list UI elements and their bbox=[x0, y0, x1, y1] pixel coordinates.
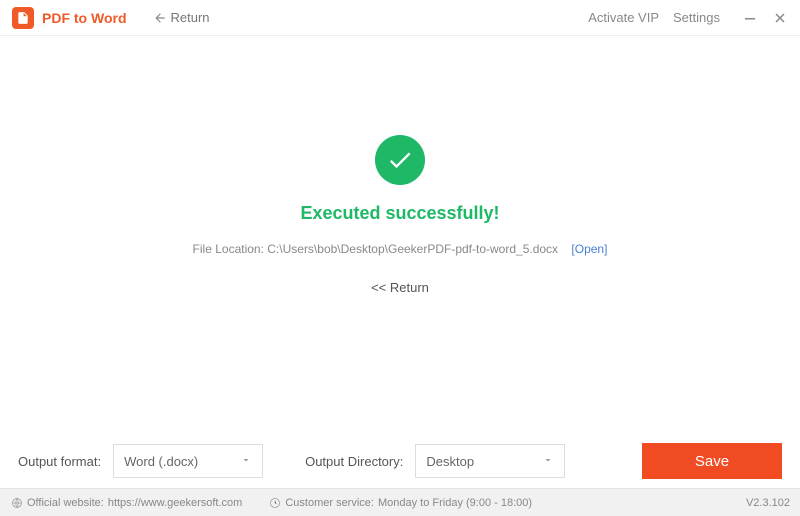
titlebar-right: Activate VIP Settings bbox=[588, 10, 788, 26]
minimize-icon bbox=[744, 12, 756, 24]
return-link[interactable]: << Return bbox=[371, 280, 429, 295]
window-controls bbox=[742, 10, 788, 26]
customer-service-label: Customer service: bbox=[285, 497, 374, 509]
website-segment: Official website: https://www.geekersoft… bbox=[10, 496, 242, 509]
success-title: Executed successfully! bbox=[300, 203, 499, 224]
return-arrow-icon bbox=[153, 11, 167, 25]
website-label: Official website: bbox=[27, 497, 104, 509]
return-button-top[interactable]: Return bbox=[153, 10, 210, 25]
file-location-label: File Location: bbox=[193, 242, 264, 256]
output-directory-value: Desktop bbox=[426, 454, 474, 469]
app-title: PDF to Word bbox=[42, 10, 127, 26]
chevron-down-icon bbox=[240, 454, 252, 469]
checkmark-icon bbox=[386, 146, 414, 174]
minimize-button[interactable] bbox=[742, 10, 758, 26]
website-url[interactable]: https://www.geekersoft.com bbox=[108, 497, 243, 509]
success-icon-circle bbox=[375, 135, 425, 185]
output-format-label: Output format: bbox=[18, 454, 101, 469]
pdf-icon bbox=[16, 11, 30, 25]
close-icon bbox=[774, 12, 786, 24]
close-button[interactable] bbox=[772, 10, 788, 26]
return-label-top: Return bbox=[171, 10, 210, 25]
activate-vip-link[interactable]: Activate VIP bbox=[588, 10, 659, 25]
app-logo bbox=[12, 7, 34, 29]
output-directory-label: Output Directory: bbox=[305, 454, 403, 469]
version-label: V2.3.102 bbox=[746, 497, 790, 509]
main-content: Executed successfully! File Location: C:… bbox=[0, 36, 800, 434]
save-button[interactable]: Save bbox=[642, 443, 782, 479]
output-format-value: Word (.docx) bbox=[124, 454, 198, 469]
clock-icon bbox=[268, 496, 281, 509]
customer-service-segment: Customer service: Monday to Friday (9:00… bbox=[268, 496, 532, 509]
save-label: Save bbox=[695, 453, 729, 470]
file-location-path: C:\Users\bob\Desktop\GeekerPDF-pdf-to-wo… bbox=[267, 242, 558, 256]
settings-link[interactable]: Settings bbox=[673, 10, 720, 25]
output-format-select[interactable]: Word (.docx) bbox=[113, 444, 263, 478]
chevron-down-icon bbox=[542, 454, 554, 469]
open-file-link[interactable]: [Open] bbox=[571, 242, 607, 256]
bottom-bar: Output format: Word (.docx) Output Direc… bbox=[0, 434, 800, 488]
globe-icon bbox=[10, 496, 23, 509]
titlebar-left: PDF to Word Return bbox=[12, 7, 210, 29]
customer-service-hours: Monday to Friday (9:00 - 18:00) bbox=[378, 497, 532, 509]
file-location-row: File Location: C:\Users\bob\Desktop\Geek… bbox=[193, 242, 608, 256]
status-bar: Official website: https://www.geekersoft… bbox=[0, 488, 800, 516]
output-directory-select[interactable]: Desktop bbox=[415, 444, 565, 478]
titlebar: PDF to Word Return Activate VIP Settings bbox=[0, 0, 800, 36]
